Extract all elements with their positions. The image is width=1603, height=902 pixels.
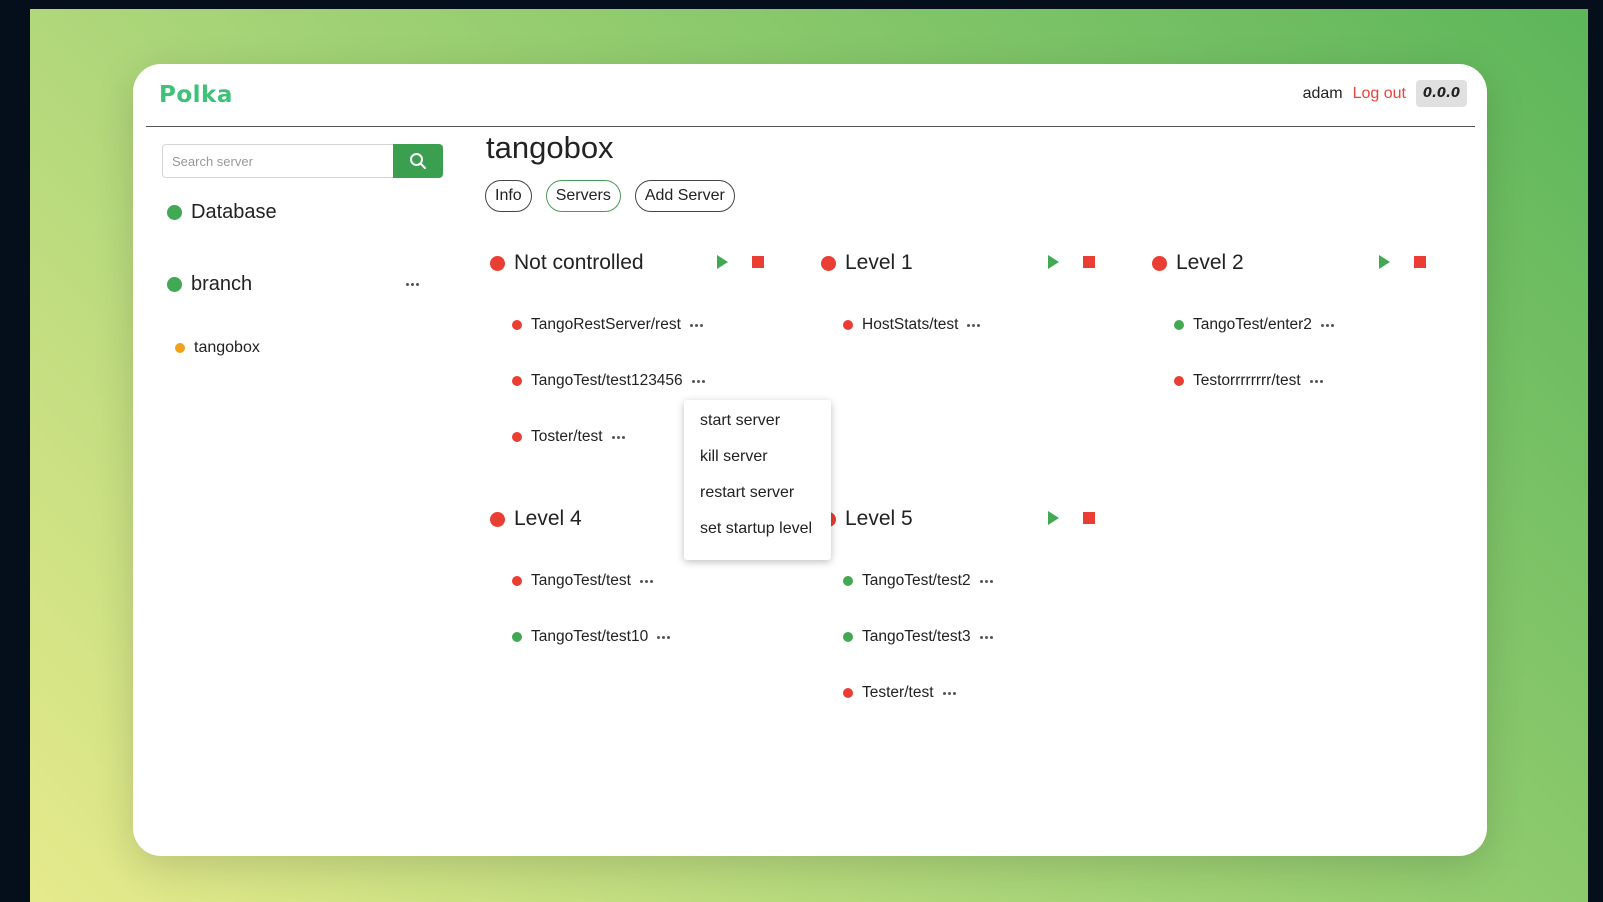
app-logo[interactable]: Polka	[159, 82, 233, 108]
status-dot-icon	[512, 320, 522, 330]
server-name: HostStats/test	[862, 316, 959, 333]
server-item[interactable]: TangoTest/test3	[843, 628, 993, 646]
user-bar: adam Log out 0.0.0	[1303, 80, 1467, 107]
username: adam	[1302, 84, 1343, 102]
status-dot-icon	[167, 205, 182, 220]
stop-icon[interactable]	[752, 256, 764, 268]
status-dot-icon	[512, 376, 522, 386]
status-dot-icon	[843, 632, 853, 642]
group-level-2: Level 2 TangoTest/enter2 Testorrrrrrrr/t…	[1152, 250, 1452, 389]
menu-item-set-startup-level[interactable]: set startup level	[684, 520, 831, 556]
stop-icon[interactable]	[1083, 512, 1095, 524]
stop-icon[interactable]	[1083, 256, 1095, 268]
status-dot-icon	[1174, 320, 1184, 330]
play-icon[interactable]	[1048, 255, 1059, 269]
more-dots-icon[interactable]	[942, 691, 956, 695]
group-label: Level 4	[514, 507, 582, 530]
server-context-menu: start server kill server restart server …	[684, 400, 831, 560]
sidebar-item-label: tangobox	[194, 339, 260, 356]
tab-bar: Info Servers Add Server	[485, 180, 735, 212]
tab-servers[interactable]: Servers	[545, 180, 621, 212]
play-icon[interactable]	[717, 255, 728, 269]
group-level-5: Level 5 TangoTest/test2 TangoTest/test3 …	[821, 506, 1121, 701]
server-item[interactable]: TangoTest/test	[512, 572, 653, 590]
server-item[interactable]: TangoTest/enter2	[1174, 316, 1334, 334]
more-dots-icon[interactable]	[979, 579, 993, 583]
search-button[interactable]	[393, 144, 443, 178]
server-item[interactable]: TangoTest/test10	[512, 628, 671, 646]
server-item[interactable]: HostStats/test	[843, 316, 981, 334]
menu-item-start-server[interactable]: start server	[684, 412, 831, 448]
server-item[interactable]: TangoTest/test2	[843, 572, 993, 590]
server-name: Testorrrrrrrr/test	[1193, 372, 1301, 389]
version-badge: 0.0.0	[1415, 80, 1467, 107]
more-dots-icon[interactable]	[691, 379, 705, 383]
group-label: Level 5	[845, 507, 913, 530]
group-label: Not controlled	[514, 251, 644, 274]
server-name: TangoTest/enter2	[1193, 316, 1312, 333]
more-dots-icon[interactable]	[639, 579, 653, 583]
server-name: TangoTest/test10	[531, 628, 649, 645]
server-name: Toster/test	[531, 428, 603, 445]
app-window: Polka adam Log out 0.0.0 Database branch…	[133, 64, 1487, 856]
server-name: TangoTest/test123456	[531, 372, 683, 389]
tab-info[interactable]: Info	[485, 180, 532, 212]
more-dots-icon[interactable]	[611, 435, 625, 439]
logout-link[interactable]: Log out	[1353, 85, 1406, 103]
status-dot-icon	[512, 632, 522, 642]
more-dots-icon[interactable]	[979, 635, 993, 639]
group-label: Level 1	[845, 251, 913, 274]
status-dot-icon	[490, 255, 505, 271]
tab-add-server[interactable]: Add Server	[634, 180, 735, 212]
search-icon	[410, 153, 426, 169]
server-name: TangoTest/test2	[862, 572, 971, 589]
header-divider	[146, 126, 1475, 127]
status-dot-icon	[490, 511, 505, 527]
more-dots-icon[interactable]	[689, 323, 703, 327]
server-name: TangoTest/test3	[862, 628, 971, 645]
group-level-1: Level 1 HostStats/test	[821, 250, 1121, 333]
sidebar-item-tangobox[interactable]: tangobox	[175, 339, 260, 357]
status-dot-icon	[843, 320, 853, 330]
server-item[interactable]: Tester/test	[843, 684, 956, 702]
status-dot-icon	[167, 277, 182, 292]
status-dot-icon	[843, 688, 853, 698]
play-icon[interactable]	[1048, 511, 1059, 525]
menu-item-kill-server[interactable]: kill server	[684, 448, 831, 484]
status-dot-icon	[175, 343, 185, 353]
sidebar-item-database[interactable]: Database	[167, 201, 277, 224]
branch-more-icon[interactable]	[406, 283, 419, 286]
server-search	[162, 144, 443, 178]
page-title: tangobox	[486, 130, 614, 165]
server-name: TangoTest/test	[531, 572, 631, 589]
server-item[interactable]: TangoRestServer/rest	[512, 316, 703, 334]
server-item[interactable]: Testorrrrrrrr/test	[1174, 372, 1323, 390]
more-dots-icon[interactable]	[1320, 323, 1334, 327]
sidebar-item-branch[interactable]: branch	[167, 273, 252, 296]
more-dots-icon[interactable]	[967, 323, 981, 327]
status-dot-icon	[843, 576, 853, 586]
status-dot-icon	[1152, 255, 1167, 271]
status-dot-icon	[512, 432, 522, 442]
stop-icon[interactable]	[1414, 256, 1426, 268]
group-not-controlled: Not controlled TangoRestServer/rest Tang…	[490, 250, 790, 445]
status-dot-icon	[821, 255, 836, 271]
more-dots-icon[interactable]	[657, 635, 671, 639]
status-dot-icon	[1174, 376, 1184, 386]
search-input[interactable]	[162, 144, 393, 178]
play-icon[interactable]	[1379, 255, 1390, 269]
group-label: Level 2	[1176, 251, 1244, 274]
server-name: Tester/test	[862, 684, 934, 701]
sidebar-item-label: Database	[191, 201, 277, 223]
status-dot-icon	[512, 576, 522, 586]
sidebar-item-label: branch	[191, 273, 253, 295]
menu-item-restart-server[interactable]: restart server	[684, 484, 831, 520]
server-item[interactable]: Toster/test	[512, 428, 625, 446]
more-dots-icon[interactable]	[1309, 379, 1323, 383]
server-item[interactable]: TangoTest/test123456	[512, 372, 705, 390]
server-name: TangoRestServer/rest	[531, 316, 681, 333]
